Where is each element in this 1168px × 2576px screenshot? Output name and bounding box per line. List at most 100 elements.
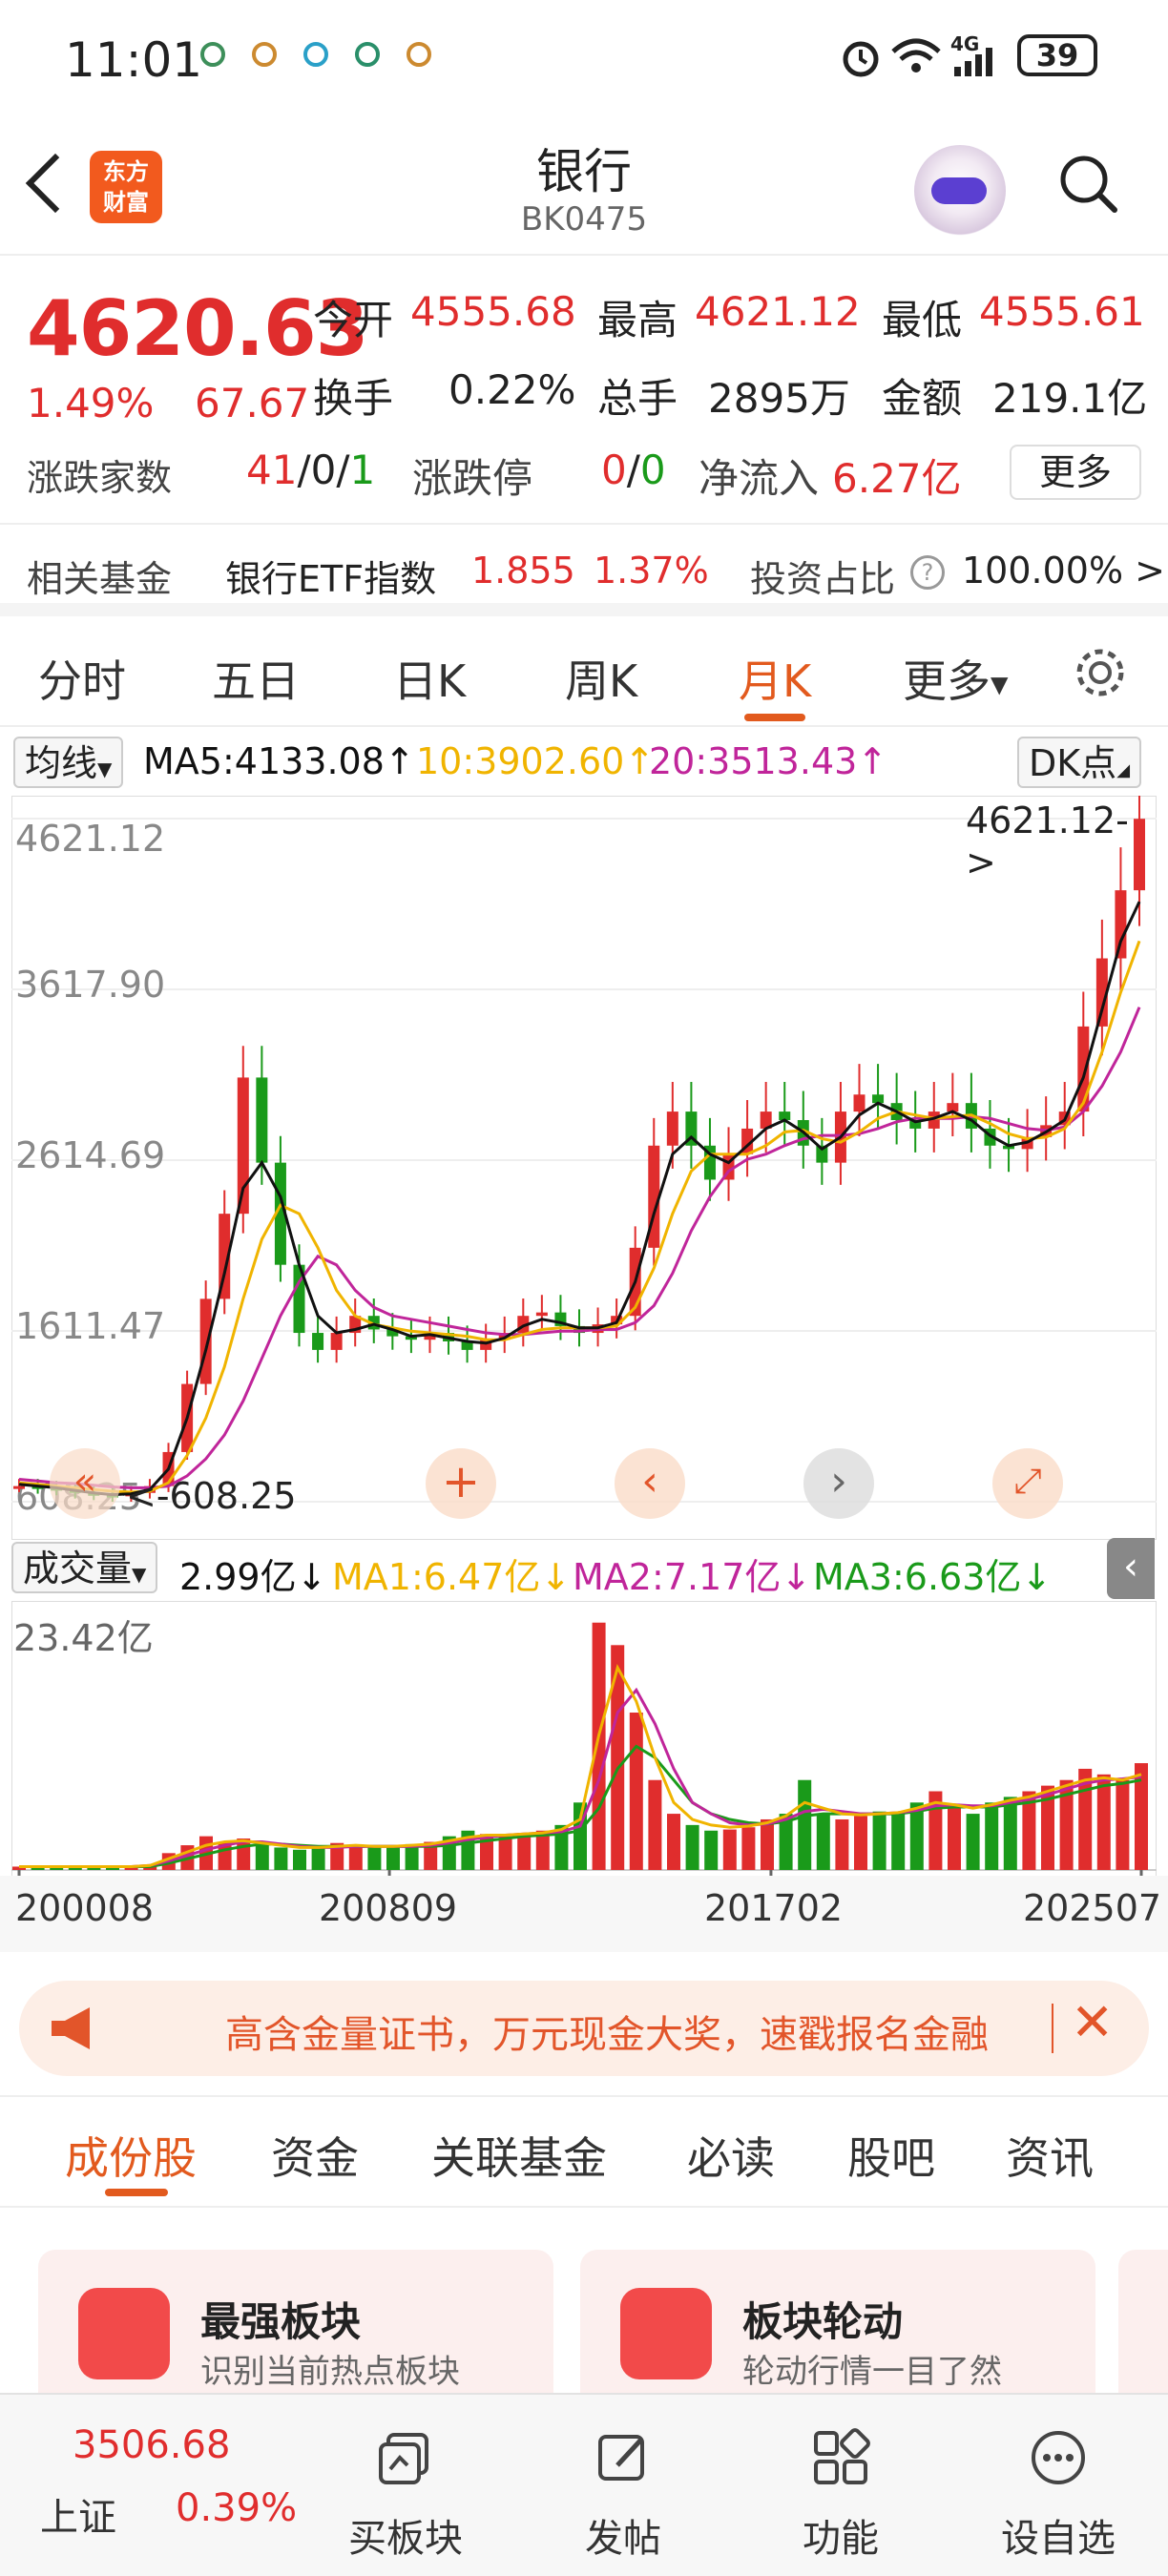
flat-count: 0 [310,447,337,493]
nav-functions[interactable]: 功能 [760,2427,922,2563]
indicator-select[interactable]: 均线▼ [13,737,124,788]
volume-bar [798,1779,812,1870]
bottom-nav: 3506.68 上证 0.39% 买板块 发帖 功能 设自选 [0,2393,1168,2576]
y-tick-label: 2614.69 [15,1134,165,1176]
fund-label: 相关基金 [27,558,173,600]
wifi-icon [891,38,941,73]
y-tick-label: 3617.90 [15,964,165,1006]
grid-icon [814,2428,870,2484]
scroll-start-button[interactable]: « [50,1448,120,1519]
limit-down-count: 0 [639,447,666,493]
assistant-robot-icon[interactable] [914,145,1006,237]
zoom-in-icon[interactable]: + [426,1448,496,1519]
fund-name[interactable]: 银行ETF指数 [225,550,436,602]
volume-bar [348,1845,363,1870]
tab-news[interactable]: 资讯 [1006,2124,1094,2187]
volume-indicator-select[interactable]: 成交量▼ [11,1542,158,1593]
volume-bar [948,1808,961,1870]
rotation-icon [620,2288,712,2379]
search-icon[interactable] [1057,153,1118,214]
open-label: 今开 [313,297,394,343]
indicator-select-label: 均线 [25,742,98,784]
settings-gear-icon[interactable] [1073,645,1128,700]
ratio-value[interactable]: 100.00% > [962,550,1165,592]
tab-capital[interactable]: 资金 [271,2124,359,2187]
status-bar: 11:01 4G 39 [0,0,1168,113]
volume-legend: 成交量▼ 2.99亿↓ MA1:6.47亿↓ MA2:7.17亿↓ MA3:6.… [0,1538,1168,1601]
updown-counts: 41/0/1 [246,447,376,493]
notification-icon [407,42,431,67]
tab-more[interactable]: 更多▼ [903,647,1008,710]
caret-down-icon: ▼ [991,671,1009,698]
volume-chart[interactable] [11,1601,1157,1887]
open-value: 4555.68 [410,288,576,335]
chevron-left-icon[interactable]: ‹ [615,1448,685,1519]
related-fund-row[interactable]: 相关基金 银行ETF指数 1.855 1.37% 投资占比 ? 100.00% … [0,527,1168,616]
tab-related-funds[interactable]: 关联基金 [431,2124,607,2187]
candle-body [1077,1026,1090,1112]
nav-post[interactable]: 发帖 [542,2427,704,2563]
candle-body [256,1077,268,1163]
caret-down-icon: ▼ [132,1563,147,1586]
card-subtitle: 轮动行情一目了然 [742,2353,1002,2391]
volume-bar [685,1824,699,1870]
more-dots-icon [1032,2431,1085,2484]
volume-bar [835,1818,849,1870]
amount-value: 219.1亿 [992,375,1148,422]
candle-body [199,1298,212,1384]
tab-forum[interactable]: 股吧 [847,2124,935,2187]
amount-label: 金额 [882,375,963,422]
content-tabs: 成份股 资金 关联基金 必读 股吧 资讯 [0,2095,1168,2208]
collapse-panel-icon[interactable]: ‹ [1107,1538,1155,1599]
index-price[interactable]: 3506.68 [73,2423,230,2467]
nav-add-watchlist[interactable]: 设自选 [977,2427,1139,2563]
card-subtitle: 识别当前热点板块 [200,2353,460,2391]
kline-chart[interactable]: 4621.123617.902614.691611.47608.25 [11,796,1157,1540]
tab-must-read[interactable]: 必读 [687,2124,775,2187]
volume-bar [985,1802,999,1870]
y-tick-label: 1611.47 [15,1305,165,1347]
nav-label: 设自选 [1001,2517,1116,2561]
volume-bar [816,1814,830,1870]
date-axis: 200008 200809 201702 202507 [0,1876,1168,1952]
volume-bar [592,1622,606,1870]
more-button[interactable]: 更多 [1010,445,1141,500]
volume-bar [293,1849,306,1870]
volume-bar [1003,1797,1017,1870]
tab-more-label: 更多 [903,655,991,707]
date-tick: 200809 [319,1887,458,1929]
close-icon[interactable]: ✕ [1071,1992,1114,2052]
candle-body [1134,819,1145,891]
date-tick: 200008 [15,1887,155,1929]
nav-label: 功能 [803,2517,879,2561]
high-label: 最高 [597,297,678,343]
nav-label: 发帖 [585,2517,661,2561]
active-tab-indicator [744,714,805,721]
volume-bar [648,1779,662,1870]
volume-value: 2.99亿↓ [179,1556,327,1598]
megaphone-icon [52,2007,90,2049]
volume-bar [872,1811,886,1870]
index-pct[interactable]: 0.39% [176,2486,297,2530]
help-icon[interactable]: ? [910,555,945,590]
tab-constituents[interactable]: 成份股 [65,2124,197,2187]
tab-monthly-k[interactable]: 月K [739,647,811,710]
index-name[interactable]: 上证 [40,2486,116,2542]
notification-icon [200,42,225,67]
volume-bar [1096,1774,1111,1870]
notification-icon [355,42,380,67]
tab-daily-k[interactable]: 日K [393,647,466,710]
fullscreen-icon[interactable]: ⤢ [992,1448,1063,1519]
period-tabs: 分时 五日 日K 周K 月K 更多▼ [0,616,1168,727]
ma10-value: 10:3902.60↑ [416,740,656,782]
fund-pct: 1.37% [594,550,709,592]
limit-up-count: 0 [601,447,627,493]
chevron-right-icon[interactable]: › [803,1448,874,1519]
tab-five-day[interactable]: 五日 [212,647,300,710]
promo-banner[interactable]: 高含金量证书，万元现金大奖，速戳报名金融 ✕ [19,1981,1149,2076]
dk-point-button[interactable]: DK点◢ [1017,737,1142,788]
low-label: 最低 [882,297,963,343]
nav-buy-sector[interactable]: 买板块 [324,2427,487,2563]
tab-intraday[interactable]: 分时 [38,647,126,710]
tab-weekly-k[interactable]: 周K [565,647,637,710]
